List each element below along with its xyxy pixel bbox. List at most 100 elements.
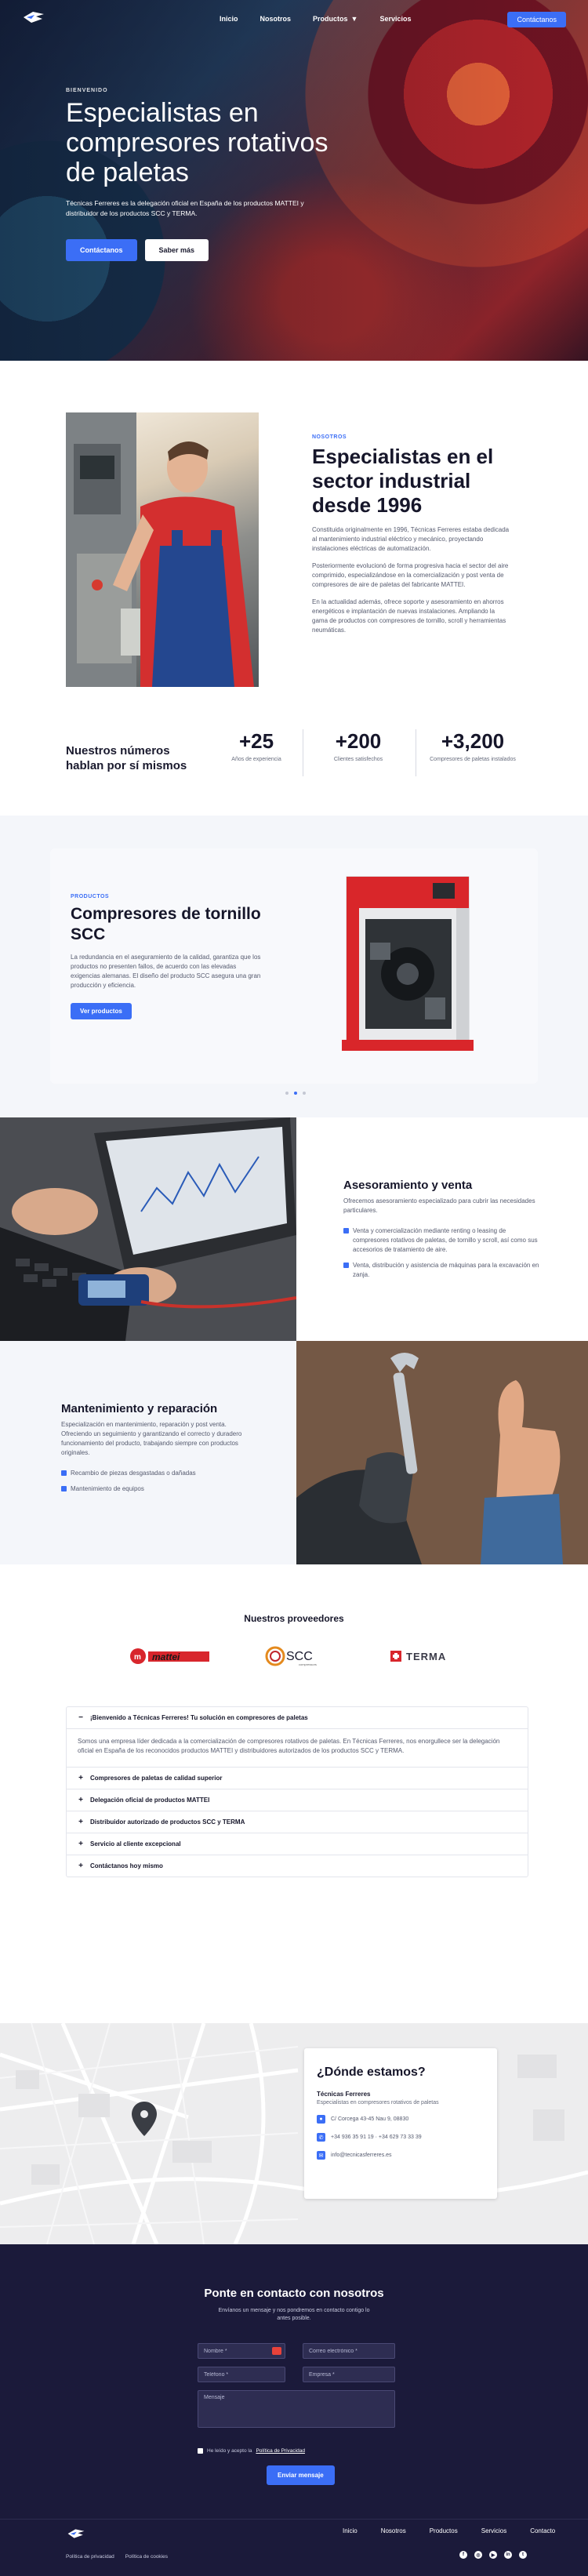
carousel-dot[interactable] bbox=[285, 1092, 289, 1095]
privacy-checkbox[interactable] bbox=[198, 2448, 203, 2454]
youtube-icon[interactable]: ▶ bbox=[489, 2551, 497, 2559]
email-input[interactable] bbox=[303, 2343, 395, 2359]
carousel-dot[interactable] bbox=[294, 1092, 297, 1095]
stat-years: +25 Años de experiencia bbox=[205, 729, 307, 762]
footer-link-inicio[interactable]: Inicio bbox=[343, 2527, 358, 2534]
carousel-dot[interactable] bbox=[303, 1092, 306, 1095]
faq-question: Contáctanos hoy mismo bbox=[90, 1862, 163, 1869]
mail-icon: ✉ bbox=[317, 2151, 325, 2160]
faq-item[interactable]: + Contáctanos hoy mismo bbox=[67, 1855, 528, 1877]
contact-title: Ponte en contacto con nosotros bbox=[204, 2287, 384, 2300]
carousel-pagination bbox=[285, 1092, 306, 1095]
instagram-icon[interactable]: ◎ bbox=[474, 2551, 482, 2559]
faq-question: Compresores de paletas de calidad superi… bbox=[90, 1775, 223, 1782]
plus-icon: + bbox=[78, 1796, 83, 1804]
faq-item[interactable]: + Servicio al cliente excepcional bbox=[67, 1833, 528, 1855]
service-title: Asesoramiento y venta bbox=[343, 1179, 473, 1192]
footer-link-servicios[interactable]: Servicios bbox=[481, 2527, 506, 2534]
plus-icon: + bbox=[78, 1774, 83, 1782]
hero-title: Especialistas en compresores rotativos d… bbox=[66, 98, 328, 187]
privacy-policy-link[interactable]: Política de Privacidad bbox=[256, 2448, 305, 2454]
service-bullet: Venta y comercialización mediante rentin… bbox=[343, 1226, 539, 1255]
footer-link-contacto[interactable]: Contacto bbox=[530, 2527, 555, 2534]
contact-section: Ponte en contacto con nosotros Envíanos … bbox=[0, 2244, 588, 2519]
plus-icon: + bbox=[78, 1818, 83, 1826]
nav-link-productos[interactable]: Productos ▼ bbox=[313, 15, 358, 23]
faq-question: Delegación oficial de productos MATTEI bbox=[90, 1797, 210, 1804]
hero-learn-more-button[interactable]: Saber más bbox=[144, 239, 209, 261]
stat-value: +3,200 bbox=[441, 729, 505, 753]
nav-link-productos-label: Productos bbox=[313, 15, 348, 23]
service-advice-section: Asesoramiento y venta Ofrecemos asesoram… bbox=[0, 1117, 588, 1341]
about-title: Especialistas en el sector industrial de… bbox=[312, 445, 494, 517]
about-paragraph-1: Constituida originalmente en 1996, Técni… bbox=[312, 526, 510, 552]
location-email[interactable]: ✉ info@tecnicasferreres.es bbox=[317, 2151, 485, 2160]
faq-item[interactable]: + Delegación oficial de productos MATTEI bbox=[67, 1789, 528, 1811]
scc-logo[interactable]: SCC compressors bbox=[264, 1644, 327, 1668]
hero-eyebrow: BIENVENIDO bbox=[66, 88, 108, 93]
footer: Inicio Nosotros Productos Servicios Cont… bbox=[0, 2519, 588, 2576]
service-maintenance-section: Mantenimiento y reparación Especializaci… bbox=[0, 1341, 588, 1564]
location-title: ¿Dónde estamos? bbox=[317, 2066, 426, 2079]
linkedin-icon[interactable]: in bbox=[504, 2551, 512, 2559]
phone-input[interactable] bbox=[198, 2367, 285, 2382]
facebook-icon[interactable]: f bbox=[459, 2551, 467, 2559]
nav-contact-button[interactable]: Contáctanos bbox=[507, 12, 566, 27]
check-icon bbox=[61, 1486, 67, 1491]
send-message-button[interactable]: Enviar mensaje bbox=[267, 2465, 335, 2485]
technician-photo bbox=[66, 412, 259, 687]
providers-title: Nuestros proveedores bbox=[244, 1613, 344, 1624]
service-maintenance-panel: Mantenimiento y reparación Especializaci… bbox=[0, 1341, 296, 1564]
hero-content: BIENVENIDO Especialistas en compresores … bbox=[66, 88, 348, 261]
privacy-policy-footer-link[interactable]: Política de privacidad bbox=[66, 2554, 114, 2560]
service-bullet-text: Recambio de piezas desgastadas o dañadas bbox=[71, 1470, 196, 1477]
contact-subtitle: Envíanos un mensaje y nos pondremos en c… bbox=[218, 2308, 370, 2321]
cookie-policy-footer-link[interactable]: Política de cookies bbox=[125, 2554, 168, 2560]
nav-link-servicios[interactable]: Servicios bbox=[379, 15, 411, 23]
message-textarea[interactable] bbox=[198, 2390, 395, 2428]
location-tagline: Especialistas en compresores rotativos d… bbox=[317, 2100, 439, 2105]
footer-link-nosotros[interactable]: Nosotros bbox=[381, 2527, 406, 2534]
faq-section: − ¡Bienvenido a Técnicas Ferreres! Tu so… bbox=[0, 1702, 588, 2023]
location-phone[interactable]: ✆ +34 936 35 91 19 · +34 629 73 33 39 bbox=[317, 2133, 485, 2142]
address-text: C/ Corcega 43-45 Nau 9, 08830 bbox=[331, 2116, 409, 2122]
scc-tagline: compressors bbox=[299, 1662, 317, 1666]
company-logo[interactable] bbox=[22, 9, 45, 25]
scc-wordmark: SCC bbox=[286, 1650, 313, 1663]
service-bullet: Venta, distribución y asistencia de máqu… bbox=[343, 1261, 539, 1280]
service-bullet-text: Venta y comercialización mediante rentin… bbox=[353, 1227, 538, 1253]
faq-answer: Somos una empresa líder dedicada a la co… bbox=[67, 1728, 528, 1767]
view-products-button[interactable]: Ver productos bbox=[71, 1003, 132, 1019]
footer-link-productos[interactable]: Productos bbox=[430, 2527, 458, 2534]
nav-link-inicio[interactable]: Inicio bbox=[220, 15, 238, 23]
mattei-logo[interactable]: m mattei bbox=[129, 1644, 212, 1668]
service-advice-panel: Asesoramiento y venta Ofrecemos asesoram… bbox=[296, 1117, 588, 1341]
twitter-icon[interactable]: t bbox=[519, 2551, 527, 2559]
terma-wordmark: TERMA bbox=[406, 1651, 446, 1662]
autofill-icon[interactable] bbox=[272, 2347, 281, 2355]
service-bullet: Mantenimiento de equipos bbox=[61, 1484, 257, 1494]
faq-item[interactable]: + Compresores de paletas de calidad super… bbox=[67, 1767, 528, 1789]
stat-value: +200 bbox=[335, 729, 382, 753]
email-text: info@tecnicasferreres.es bbox=[331, 2153, 392, 2158]
terma-logo[interactable]: TERMA bbox=[387, 1644, 458, 1668]
location-map[interactable] bbox=[0, 2023, 588, 2244]
company-input[interactable] bbox=[303, 2367, 395, 2382]
products-section: PRODUCTOS Compresores de tornillo SCC La… bbox=[0, 816, 588, 1117]
faq-item[interactable]: + Distribuidor autorizado de productos SC… bbox=[67, 1811, 528, 1833]
chevron-down-icon: ▼ bbox=[350, 15, 358, 23]
phone-icon: ✆ bbox=[317, 2133, 325, 2142]
footer-logo[interactable] bbox=[66, 2527, 86, 2540]
faq-item-open[interactable]: − ¡Bienvenido a Técnicas Ferreres! Tu so… bbox=[67, 1707, 528, 1728]
consent-text: He leído y acepto la bbox=[207, 2448, 252, 2454]
nav-link-nosotros[interactable]: Nosotros bbox=[260, 15, 292, 23]
check-icon bbox=[343, 1228, 349, 1234]
stats-title: Nuestros números hablan por sí mismos bbox=[66, 744, 187, 772]
phone-text: +34 936 35 91 19 · +34 629 73 33 39 bbox=[331, 2135, 422, 2140]
check-icon bbox=[343, 1263, 349, 1268]
hero-description: Técnicas Ferreres es la delegación ofici… bbox=[66, 199, 304, 217]
minus-icon: − bbox=[78, 1713, 83, 1722]
hero-contact-button[interactable]: Contáctanos bbox=[66, 239, 137, 261]
about-paragraph-2: Posteriormente evolucionó de forma progr… bbox=[312, 562, 509, 588]
stat-value: +25 bbox=[238, 729, 274, 753]
